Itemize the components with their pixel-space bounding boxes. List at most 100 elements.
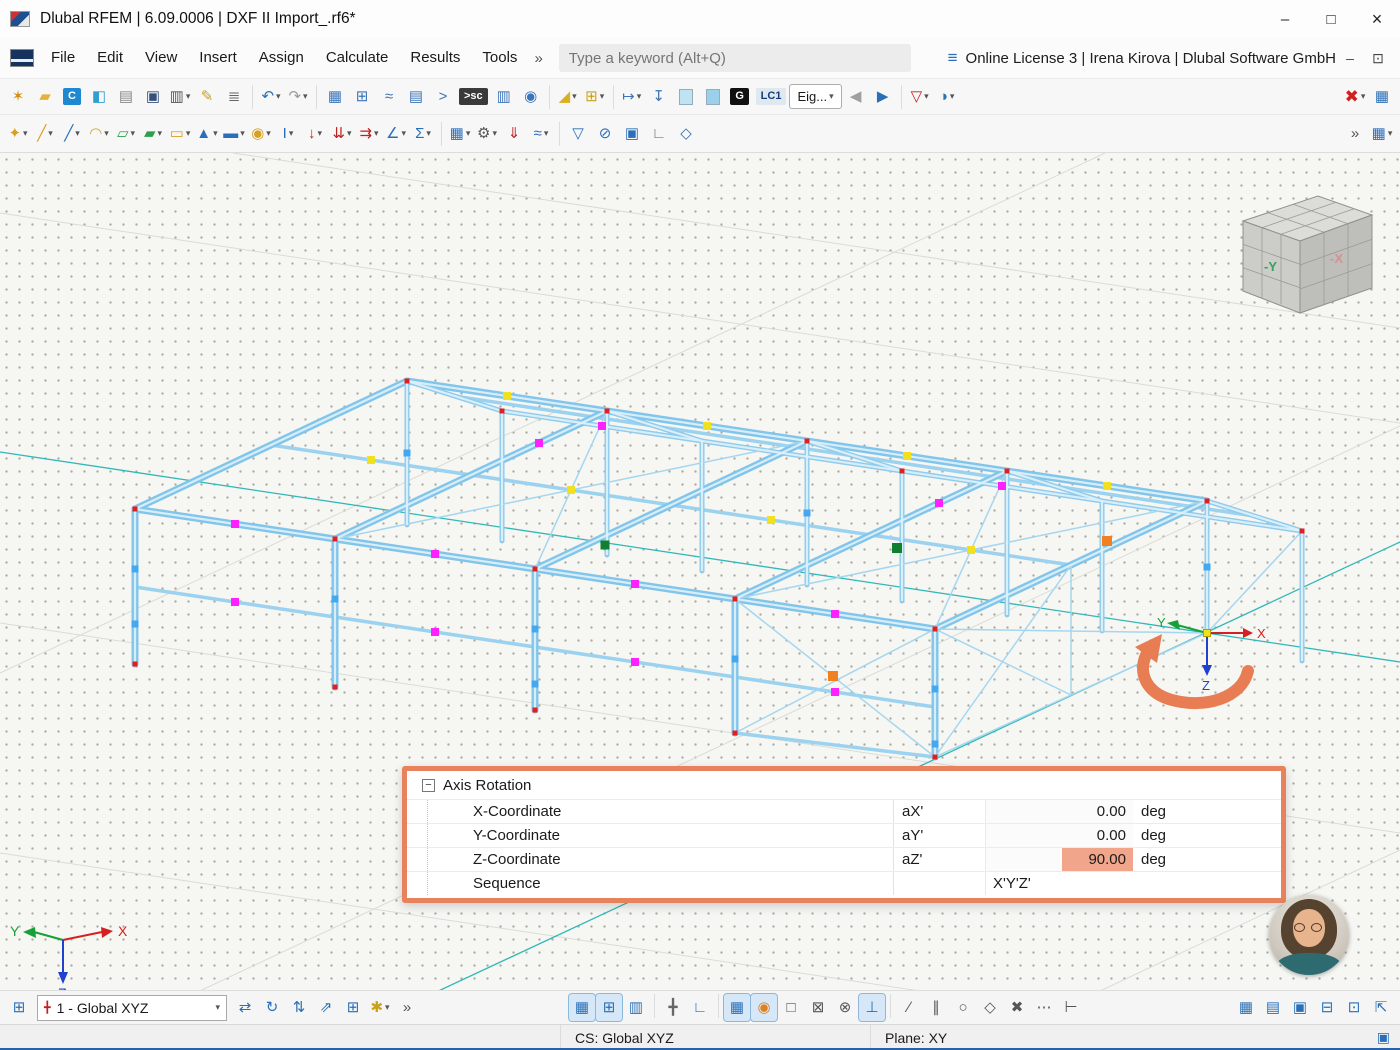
spreadsheet-button[interactable]: ⊞ [349, 83, 375, 110]
new-member-load-button[interactable]: ⇊ ▾ [329, 120, 355, 147]
grid-toggle-button[interactable]: ▦ [568, 993, 596, 1022]
menu-item-file[interactable]: File [40, 38, 86, 78]
menu-item-insert[interactable]: Insert [188, 38, 248, 78]
line-draw-button[interactable]: ∕ [896, 994, 922, 1021]
node-marker[interactable] [903, 452, 911, 460]
model-canvas[interactable]: X Y Z -Y -X X Y − Axis Rotation X-Coordi… [0, 153, 1400, 990]
print-button[interactable]: ▥ ▾ [167, 83, 193, 110]
new-combination-button[interactable]: Σ ▾ [410, 120, 436, 147]
new-node-button[interactable]: ✦ ▾ [5, 120, 31, 147]
menu-item-assign[interactable]: Assign [248, 38, 315, 78]
node-marker[interactable] [404, 378, 410, 384]
navigation-cube[interactable]: -Y -X [1241, 195, 1374, 314]
node-marker[interactable] [332, 684, 338, 690]
node-marker[interactable] [732, 730, 738, 736]
report-button[interactable]: ▤ [403, 83, 429, 110]
collapse-icon[interactable]: − [422, 778, 435, 792]
coordinate-system-select[interactable]: ╋ 1 - Global XYZ ▾ [37, 994, 227, 1021]
tables-icon-button[interactable]: ▦ [1369, 83, 1395, 110]
redo-button[interactable]: ↷ ▾ [285, 83, 311, 110]
fullscreen-button[interactable]: ⇱ [1368, 994, 1394, 1021]
node-marker[interactable] [567, 486, 575, 494]
field-value[interactable]: 90.00 [985, 848, 1133, 871]
snap-perpendicular-button[interactable]: ⊥ [858, 993, 886, 1022]
move-copy-button[interactable]: ⇄ [232, 994, 258, 1021]
calculate-button[interactable]: ⚙ ▾ [474, 120, 500, 147]
menu-item-tools[interactable]: Tools [471, 38, 528, 78]
visibility-mode-button[interactable]: ◑ ▾ [934, 83, 960, 110]
filter-results-button[interactable]: ▽ ▾ [907, 83, 933, 110]
render-mode-button[interactable]: ▣ [1287, 994, 1313, 1021]
overflow-chevron[interactable]: » [394, 994, 420, 1021]
node-marker[interactable] [731, 655, 739, 663]
circle-draw-button[interactable]: ○ [950, 994, 976, 1021]
new-nodal-load-button[interactable]: ↓ ▾ [302, 120, 328, 147]
render-globe-button[interactable]: ◉ [518, 83, 544, 110]
node-marker[interactable] [935, 499, 943, 507]
node-marker[interactable] [1102, 536, 1112, 546]
node-marker[interactable] [1299, 528, 1305, 534]
clipping-toggle-button[interactable]: ⊟ [1314, 994, 1340, 1021]
node-marker[interactable] [931, 740, 939, 748]
undo-button[interactable]: ↶ ▾ [258, 83, 284, 110]
field-value[interactable]: 0.00 [985, 824, 1133, 847]
render-model-button[interactable]: ◧ [86, 83, 112, 110]
snap-settings-button[interactable]: ✱ ▾ [367, 994, 393, 1021]
diagram-button[interactable]: ≈ [376, 83, 402, 110]
node-marker[interactable] [831, 688, 839, 696]
node-marker[interactable] [899, 468, 905, 474]
node-marker[interactable] [231, 520, 239, 528]
search-box[interactable] [558, 44, 911, 72]
load-transfer-button[interactable]: ↦ ▾ [619, 83, 645, 110]
node-marker[interactable] [132, 661, 138, 667]
node-marker[interactable] [703, 422, 711, 430]
clipping-box-button[interactable]: ▣ [619, 120, 645, 147]
node-marker[interactable] [892, 543, 902, 553]
delete-results-button[interactable]: ✖ ▾ [1342, 83, 1368, 110]
node-marker[interactable] [367, 456, 375, 464]
panels-toggle-button[interactable]: ▤ [1260, 994, 1286, 1021]
field-value[interactable]: X'Y'Z' [985, 872, 1133, 895]
load-case-select[interactable]: Eig... ▾ [789, 84, 842, 109]
node-marker[interactable] [1203, 563, 1211, 571]
node-marker[interactable] [604, 408, 610, 414]
result-filter-button[interactable]: ▽ [565, 120, 591, 147]
node-marker[interactable] [532, 707, 538, 713]
snap-intersection-button[interactable]: ⊠ [805, 994, 831, 1021]
new-arc-button[interactable]: ◠ ▾ [86, 120, 112, 147]
menu-item-edit[interactable]: Edit [86, 38, 134, 78]
node-marker[interactable] [1004, 468, 1010, 474]
result-scale-dark[interactable] [700, 83, 726, 110]
node-marker[interactable] [499, 408, 505, 414]
maximize-button[interactable]: □ [1308, 0, 1354, 38]
load-distribution-button[interactable]: ↧ [646, 83, 672, 110]
object-snap-button[interactable]: ▦ [723, 993, 751, 1022]
select-cross-button[interactable]: ╋ [660, 994, 686, 1021]
node-marker[interactable] [767, 516, 775, 524]
node-marker[interactable] [631, 658, 639, 666]
new-section-button[interactable]: I ▾ [275, 120, 301, 147]
new-member-button[interactable]: ╱ ▾ [59, 120, 85, 147]
new-imperfection-button[interactable]: ∠ ▾ [383, 120, 409, 147]
close-button[interactable]: × [1354, 0, 1400, 38]
results-display-button[interactable]: ≈ ▾ [528, 120, 554, 147]
node-marker[interactable] [503, 392, 511, 400]
measure-button[interactable]: ∟ [646, 120, 672, 147]
node-marker[interactable] [331, 595, 339, 603]
loads-display-button[interactable]: ⇓ [501, 120, 527, 147]
node-marker[interactable] [1103, 482, 1111, 490]
divide-draw-button[interactable]: ⋯ [1031, 994, 1057, 1021]
intersect-draw-button[interactable]: ✖ [1004, 994, 1030, 1021]
console-button[interactable]: > [430, 83, 456, 110]
new-line-support-button[interactable]: ▬ ▾ [221, 120, 247, 147]
node-marker[interactable] [631, 580, 639, 588]
dlubal-center-button[interactable]: C [59, 83, 85, 110]
mesh-button[interactable]: ▦ ▾ [447, 120, 473, 147]
node-marker[interactable] [131, 620, 139, 628]
tables-toggle-button[interactable]: ▦ [1233, 994, 1259, 1021]
save-button[interactable]: ▣ [140, 83, 166, 110]
open-model-button[interactable]: ▰ [32, 83, 58, 110]
workplane-button[interactable]: ∟ [687, 994, 713, 1021]
node-marker[interactable] [932, 754, 938, 760]
node-marker[interactable] [967, 546, 975, 554]
